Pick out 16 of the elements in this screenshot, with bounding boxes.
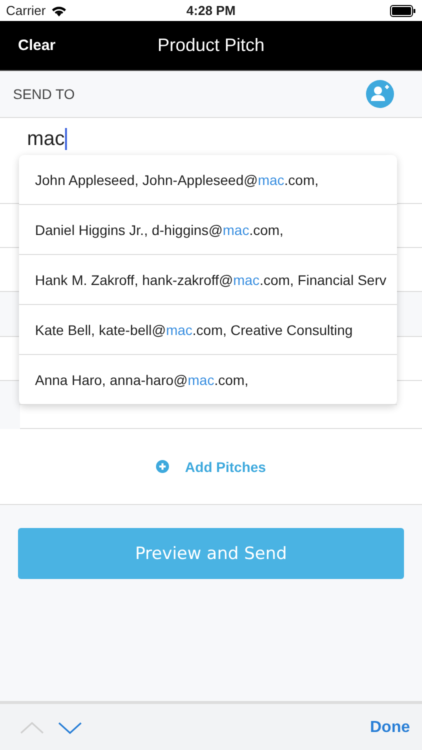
add-contact-icon[interactable] — [366, 80, 394, 108]
clear-button[interactable]: Clear — [0, 37, 56, 54]
plus-circle-icon — [156, 460, 170, 473]
suggestion-item[interactable]: John Appleseed, John-Appleseed@mac.com, — [19, 155, 397, 205]
suggestion-item[interactable]: Kate Bell, kate-bell@mac.com, Creative Consulting — [19, 305, 397, 355]
done-button[interactable]: Done — [370, 718, 410, 736]
status-time: 4:28 PM — [186, 3, 236, 18]
carrier-label: Carrier — [6, 3, 46, 18]
nav-title: Product Pitch — [157, 35, 265, 56]
chevron-down-icon[interactable] — [58, 722, 82, 734]
suggestion-item[interactable]: Hank M. Zakroff, hank-zakroff@mac.com, Financial Serv — [19, 255, 397, 305]
wifi-icon — [50, 4, 67, 16]
suggestion-item[interactable]: Anna Haro, anna-haro@mac.com, — [19, 355, 397, 405]
section-label: SEND TO — [13, 86, 75, 102]
suggestion-item[interactable]: Daniel Higgins Jr., d-higgins@mac.com, — [19, 205, 397, 255]
battery-icon — [390, 4, 416, 16]
